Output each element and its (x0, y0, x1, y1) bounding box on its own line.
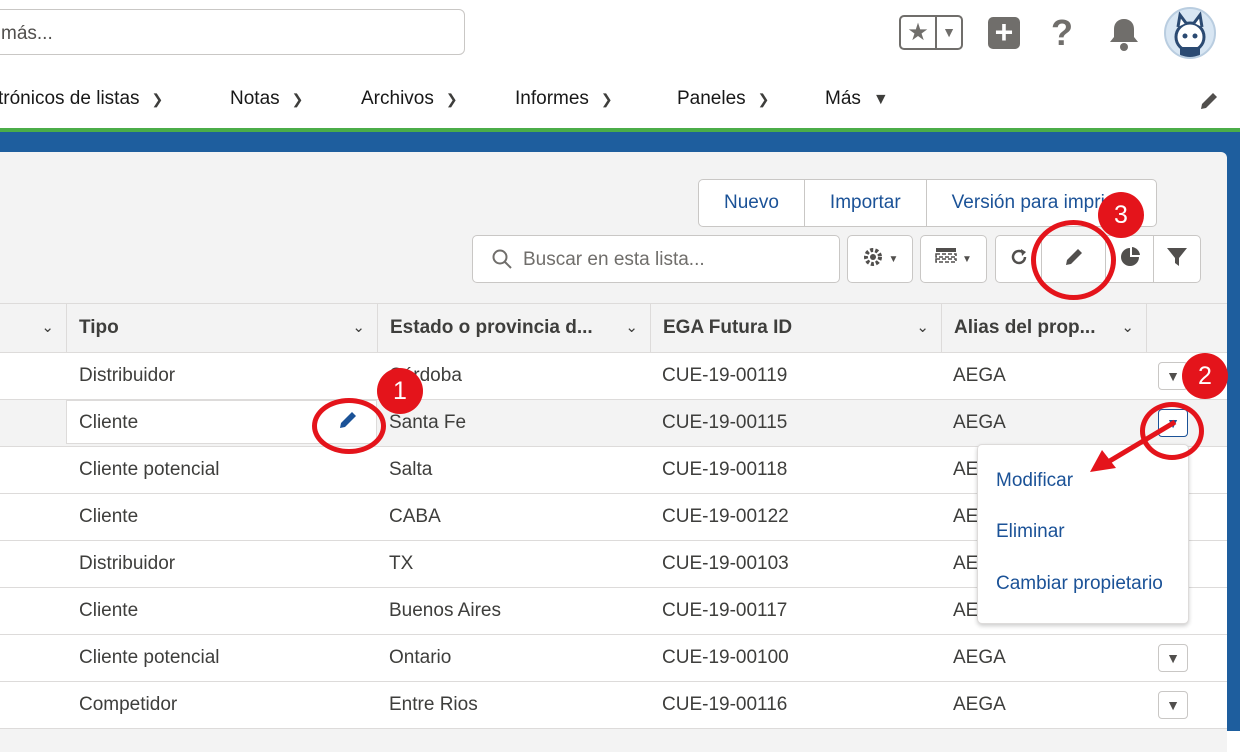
filter-icon (1166, 246, 1188, 273)
new-button[interactable]: Nuevo (699, 180, 805, 226)
menu-item-modificar[interactable]: Modificar (996, 470, 1073, 492)
avatar[interactable] (1164, 7, 1216, 59)
chevron-down-icon[interactable]: ⌄ (352, 304, 365, 352)
table-header: ⌄ Tipo ⌄ Estado o provincia d... ⌄ EGA F… (0, 303, 1227, 353)
list-settings-button[interactable]: ▼ (847, 235, 913, 283)
menu-item-cambiar-propietario[interactable]: Cambiar propietario (996, 573, 1163, 595)
cell-tipo: Distribuidor (79, 553, 176, 574)
cell-alias: AE (953, 553, 979, 574)
cell-estado: Ontario (389, 647, 452, 668)
global-header: más... ★ ▼ + ? (0, 0, 1240, 72)
caret-down-icon: ▼ (962, 253, 972, 265)
column-header-actions (1146, 304, 1227, 352)
cell-tipo: Cliente (79, 506, 139, 527)
cell-alias: AE (953, 600, 979, 621)
search-icon (491, 248, 513, 275)
table-row[interactable]: Competidor Entre Rios CUE-19-00116 AEGA … (0, 682, 1227, 729)
cell-ega-id: CUE-19-00117 (662, 600, 788, 621)
cell-alias: AEGA (953, 647, 1006, 668)
cell-ega-id: CUE-19-00119 (662, 365, 788, 386)
gear-icon (862, 246, 884, 273)
global-search-input[interactable]: más... (0, 9, 465, 55)
cell-tipo: Cliente (79, 412, 139, 433)
menu-item-eliminar[interactable]: Eliminar (996, 521, 1065, 543)
cell-alias: AE (953, 506, 979, 527)
chevron-down-icon[interactable]: ❯ (152, 91, 164, 108)
filter-button[interactable] (1153, 235, 1201, 283)
row-actions-button[interactable]: ▼ (1158, 691, 1188, 719)
pencil-icon[interactable] (1198, 90, 1220, 117)
chevron-down-icon[interactable]: ⌄ (916, 304, 929, 352)
annotation-badge-2: 2 (1182, 353, 1228, 399)
cell-ega-id: CUE-19-00115 (662, 412, 788, 433)
cell-tipo: Competidor (79, 694, 178, 715)
chevron-down-icon[interactable]: ❯ (292, 91, 304, 108)
chevron-down-icon[interactable]: ▼ (937, 17, 961, 48)
cell-estado: TX (389, 553, 414, 574)
refresh-icon (1008, 246, 1030, 273)
plus-icon[interactable]: + (988, 16, 1020, 49)
caret-down-icon[interactable]: ▼ (873, 91, 889, 109)
nav-item-paneles[interactable]: Paneles ❯ (677, 88, 769, 110)
cell-tipo: Cliente potencial (79, 647, 220, 668)
import-button[interactable]: Importar (805, 180, 927, 226)
column-header-estado[interactable]: Estado o provincia d... ⌄ (377, 304, 650, 352)
bell-icon[interactable] (1106, 16, 1142, 54)
cell-ega-id: CUE-19-00122 (662, 506, 789, 527)
cell-estado: Salta (389, 459, 433, 480)
caret-down-icon: ▼ (888, 253, 899, 265)
table-row[interactable]: Cliente Santa Fe CUE-19-00115 AEGA ▼ (0, 400, 1227, 447)
chevron-down-icon[interactable]: ⌄ (41, 304, 54, 352)
question-icon[interactable]: ? (1046, 14, 1078, 52)
cell-ega-id: CUE-19-00100 (662, 647, 789, 668)
row-actions-button[interactable]: ▼ (1158, 644, 1188, 672)
cell-ega-id: CUE-19-00118 (662, 459, 788, 480)
table-row[interactable]: Cliente potencial Ontario CUE-19-00100 A… (0, 635, 1227, 682)
cell-tipo: Cliente potencial (79, 459, 220, 480)
nav-item-archivos[interactable]: Archivos ❯ (361, 88, 458, 110)
list-actions-group: Nuevo Importar Versión para imprimir (698, 179, 1158, 227)
cell-tipo: Distribuidor (79, 365, 176, 386)
cell-ega-id: CUE-19-00103 (662, 553, 789, 574)
nav-item-listas[interactable]: trónicos de listas ❯ (0, 88, 163, 110)
annotation-ring-1 (312, 398, 386, 454)
chevron-down-icon[interactable]: ❯ (601, 91, 613, 108)
list-search-input[interactable]: Buscar en esta lista... (472, 235, 840, 283)
cell-alias: AEGA (953, 412, 1006, 433)
cell-alias: AEGA (953, 694, 1006, 715)
global-search-placeholder: más... (1, 23, 53, 44)
cell-alias: AE (953, 459, 979, 480)
annotation-badge-3: 3 (1098, 192, 1144, 238)
column-header-prev[interactable]: ⌄ (0, 304, 66, 352)
app-nav-bar: trónicos de listas ❯ Notas ❯ Archivos ❯ Inf… (0, 72, 1240, 130)
chevron-down-icon[interactable]: ⌄ (1121, 304, 1134, 352)
cell-estado: Buenos Aires (389, 600, 501, 621)
cell-estado: CABA (389, 506, 441, 527)
chevron-down-icon[interactable]: ⌄ (625, 304, 638, 352)
nav-item-mas[interactable]: Más ▼ (825, 88, 889, 110)
column-header-tipo[interactable]: Tipo ⌄ (66, 304, 377, 352)
column-header-ega-id[interactable]: EGA Futura ID ⌄ (650, 304, 941, 352)
chevron-down-icon[interactable]: ❯ (446, 91, 458, 108)
display-as-button[interactable]: ▼ (920, 235, 987, 283)
cell-tipo: Cliente (79, 600, 139, 621)
favorites-button[interactable]: ★ ▼ (899, 15, 963, 50)
nav-item-informes[interactable]: Informes ❯ (515, 88, 613, 110)
table-icon (935, 247, 957, 272)
list-search-placeholder: Buscar en esta lista... (523, 249, 705, 270)
table-row[interactable]: Distribuidor Córdoba CUE-19-00119 AEGA ▼ (0, 353, 1227, 400)
nav-item-notas[interactable]: Notas ❯ (230, 88, 303, 110)
pie-chart-icon (1119, 246, 1141, 273)
chevron-down-icon[interactable]: ❯ (758, 91, 770, 108)
star-icon[interactable]: ★ (901, 17, 937, 48)
cell-estado: Entre Rios (389, 694, 478, 715)
cell-alias: AEGA (953, 365, 1006, 386)
annotation-badge-1: 1 (377, 368, 423, 414)
column-header-alias[interactable]: Alias del prop... ⌄ (941, 304, 1146, 352)
annotation-ring-3 (1031, 220, 1116, 300)
annotation-arrow (1090, 419, 1177, 472)
cell-ega-id: CUE-19-00116 (662, 694, 788, 715)
